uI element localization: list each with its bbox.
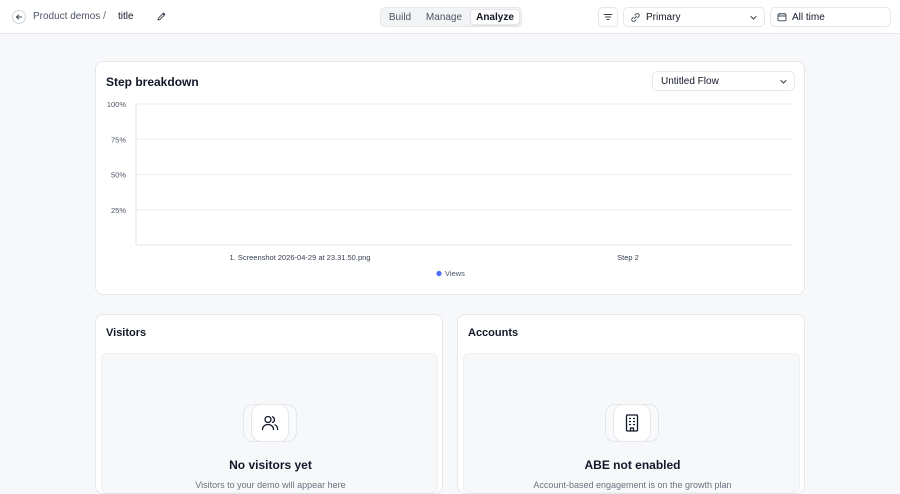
calendar-icon bbox=[777, 13, 787, 22]
variant-select-value: Primary bbox=[646, 11, 681, 23]
time-range-select[interactable]: All time bbox=[770, 7, 891, 27]
visitors-empty-icon bbox=[243, 404, 297, 442]
building-icon bbox=[625, 414, 639, 432]
tab-build[interactable]: Build bbox=[382, 9, 418, 25]
accounts-empty-title: ABE not enabled bbox=[584, 458, 681, 472]
filter-icon bbox=[603, 14, 613, 20]
accounts-empty-state: ABE not enabled Account-based engagement… bbox=[463, 353, 800, 493]
visitors-title: Visitors bbox=[106, 327, 147, 339]
chart-y-tick-label: 75% bbox=[111, 135, 126, 144]
accounts-empty-subtitle: Account-based engagement is on the growt… bbox=[533, 480, 732, 490]
filter-button[interactable] bbox=[598, 7, 618, 27]
chart-legend-swatch bbox=[436, 270, 442, 277]
accounts-title: Accounts bbox=[468, 327, 519, 339]
chart-y-tick-label: 100% bbox=[107, 100, 127, 109]
mode-tabs: Build Manage Analyze bbox=[380, 7, 522, 27]
step-breakdown-card: Step breakdown Untitled Flow 100% 75% 50% 2… bbox=[95, 61, 805, 295]
visitors-empty-state: No visitors yet Visitors to your demo wi… bbox=[101, 353, 438, 493]
chevron-down-icon bbox=[750, 16, 757, 20]
visitors-empty-title: No visitors yet bbox=[229, 458, 312, 472]
accounts-card: Accounts ABE not enabled Account-based e… bbox=[457, 314, 805, 494]
breadcrumb-separator: / bbox=[103, 10, 107, 22]
variant-select[interactable]: Primary bbox=[623, 7, 765, 27]
visitors-empty-subtitle: Visitors to your demo will appear here bbox=[195, 480, 346, 490]
breadcrumb-parent[interactable]: Product demos bbox=[33, 11, 100, 22]
visitors-card: Visitors No visitors yet Visitors to you… bbox=[95, 314, 443, 494]
tab-analyze[interactable]: Analyze bbox=[470, 9, 520, 25]
accounts-empty-icon bbox=[605, 404, 659, 442]
page-title[interactable]: title bbox=[118, 11, 134, 22]
link-icon bbox=[631, 12, 640, 22]
chart-y-tick-label: 50% bbox=[111, 171, 126, 180]
top-bar: Product demos / title Build Manage Analy… bbox=[0, 0, 900, 34]
arrow-left-icon bbox=[16, 14, 22, 20]
chart-x-tick-label: 1. Screenshot 2026-04-29 at 23.31.50.png bbox=[230, 253, 371, 262]
users-icon bbox=[261, 415, 279, 431]
tab-manage[interactable]: Manage bbox=[418, 9, 470, 25]
edit-title-button[interactable] bbox=[155, 10, 167, 22]
pencil-icon bbox=[157, 12, 165, 20]
back-button[interactable] bbox=[12, 10, 26, 24]
chart-y-tick-label: 25% bbox=[111, 206, 126, 215]
chart-legend-label: Views bbox=[445, 269, 465, 278]
chart-x-tick-label: Step 2 bbox=[617, 253, 639, 262]
step-breakdown-chart: 100% 75% 50% 25% 1. Screenshot 2026-04-29 at… bbox=[107, 100, 792, 278]
time-range-value: All time bbox=[792, 11, 825, 23]
